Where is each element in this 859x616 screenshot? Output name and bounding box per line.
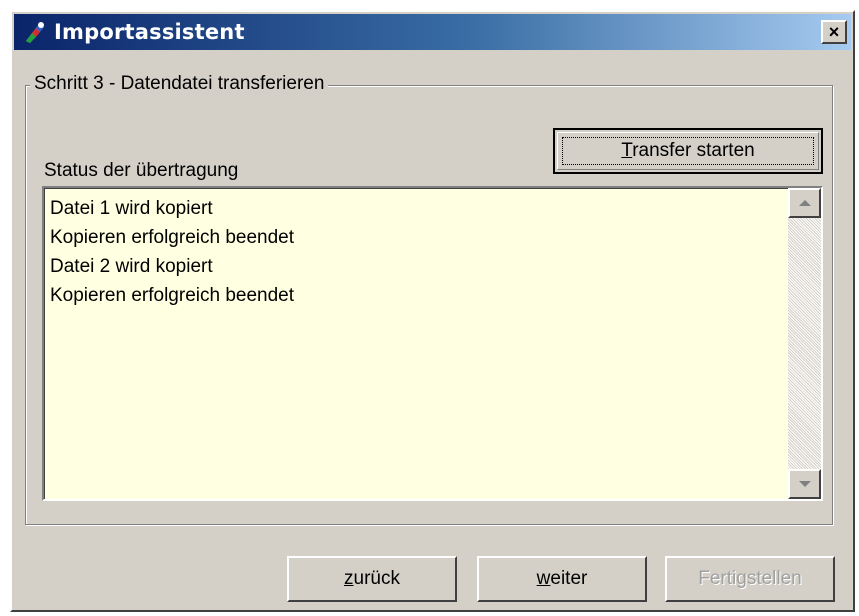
- vertical-scrollbar[interactable]: [788, 188, 821, 499]
- scroll-down-arrow-icon: [798, 481, 811, 487]
- list-item: Datei 1 wird kopiert: [50, 198, 213, 219]
- scroll-up-button[interactable]: [788, 188, 821, 218]
- step-group-title: Schritt 3 - Datendatei transferieren: [30, 73, 329, 95]
- title-bar[interactable]: Importassistent ×: [14, 14, 851, 50]
- list-item: Datei 2 wird kopiert: [50, 256, 213, 277]
- transfer-start-button[interactable]: Transfer starten: [553, 128, 823, 174]
- wizard-app-icon: [26, 22, 44, 43]
- window-title: Importassistent: [54, 20, 245, 44]
- finish-button[interactable]: Fertigstellen: [665, 556, 835, 602]
- scroll-up-arrow-icon: [798, 200, 811, 206]
- back-button[interactable]: zurück: [287, 556, 457, 602]
- list-item: Kopieren erfolgreich beendet: [50, 227, 295, 248]
- list-item: Kopieren erfolgreich beendet: [50, 285, 295, 306]
- transfer-start-label: Transfer starten: [621, 140, 755, 161]
- next-button[interactable]: weiter: [477, 556, 647, 602]
- status-label: Status der übertragung: [44, 160, 239, 181]
- close-button[interactable]: ×: [821, 20, 847, 44]
- scroll-down-button[interactable]: [788, 469, 821, 499]
- transfer-status-list[interactable]: Datei 1 wird kopiert Kopieren erfolgreic…: [42, 186, 823, 501]
- close-icon: ×: [828, 22, 840, 42]
- status-lines: Datei 1 wird kopiert Kopieren erfolgreic…: [50, 194, 294, 310]
